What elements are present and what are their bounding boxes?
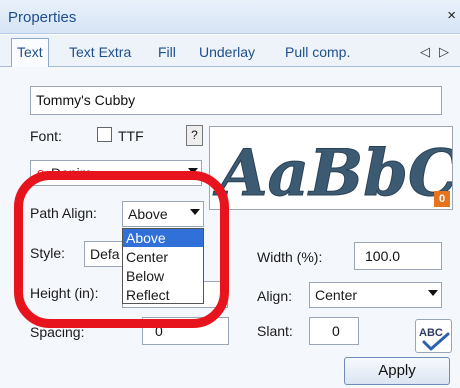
apply-button[interactable]: Apply [344,357,450,385]
spell-check-icon: ABC [419,327,450,351]
spell-check-button[interactable]: ABC [415,319,452,353]
tab-text-extra[interactable]: Text Extra [69,44,131,60]
font-type-icon: o [37,165,45,180]
width-label: Width (%): [257,249,323,265]
width-input[interactable]: 100.0 [354,242,442,270]
text-input-value: Tommy's Cubby [36,92,136,108]
spacing-input[interactable]: 0 [142,317,229,345]
tab-strip: Text Text Extra Fill Underlay Pull comp.… [0,35,460,68]
align-label: Align: [257,288,293,304]
svg-text:ABC: ABC [419,327,443,339]
tab-scroll-right-icon[interactable]: ▷ [439,44,449,60]
path-align-dropdown: Above Center Below Reflect [122,228,204,304]
ttf-checkbox[interactable] [97,127,112,142]
close-icon[interactable]: × [447,7,456,24]
option-center[interactable]: Center [123,248,203,266]
style-value: Defa [90,246,120,262]
slant-input[interactable]: 0 [309,317,359,345]
title-bar: Properties × [0,0,460,34]
chevron-down-icon [190,209,200,215]
path-align-value: Above [128,206,168,222]
font-preview: AaBbCc 0 [209,126,453,210]
tab-scroll-left-icon[interactable]: ◁ [420,44,430,60]
tab-text[interactable]: Text [11,38,49,68]
tab-pull-comp[interactable]: Pull comp. [285,44,350,60]
spacing-label: Spacing: [30,324,85,340]
font-combo-value: Denim [51,165,92,181]
option-above[interactable]: Above [123,229,203,247]
preview-sample-text: AaBbCc [213,136,453,210]
align-value: Center [315,287,358,303]
text-input[interactable]: Tommy's Cubby [30,86,442,115]
font-label: Font: [30,128,62,144]
style-label: Style: [30,245,66,261]
option-below[interactable]: Below [123,267,203,285]
window-title: Properties [8,9,77,26]
font-combo[interactable]: o Denim [30,160,202,186]
slant-label: Slant: [257,323,293,339]
chevron-down-icon [428,290,438,296]
tab-fill[interactable]: Fill [158,44,176,60]
align-combo[interactable]: Center [309,282,442,308]
ttf-label: TTF [118,128,144,144]
preview-text-graphic: AaBbCc [213,136,453,210]
path-align-combo[interactable]: Above [122,201,204,227]
preview-badge: 0 [434,191,450,207]
spacing-value: 0 [155,323,163,339]
path-align-label: Path Align: [30,205,97,221]
option-reflect[interactable]: Reflect [123,286,203,304]
help-button[interactable]: ? [186,125,203,146]
width-value: 100.0 [365,248,401,264]
chevron-down-icon [188,168,198,174]
slant-value: 0 [332,323,340,339]
tab-underlay[interactable]: Underlay [199,44,255,60]
height-label: Height (in): [30,285,99,301]
